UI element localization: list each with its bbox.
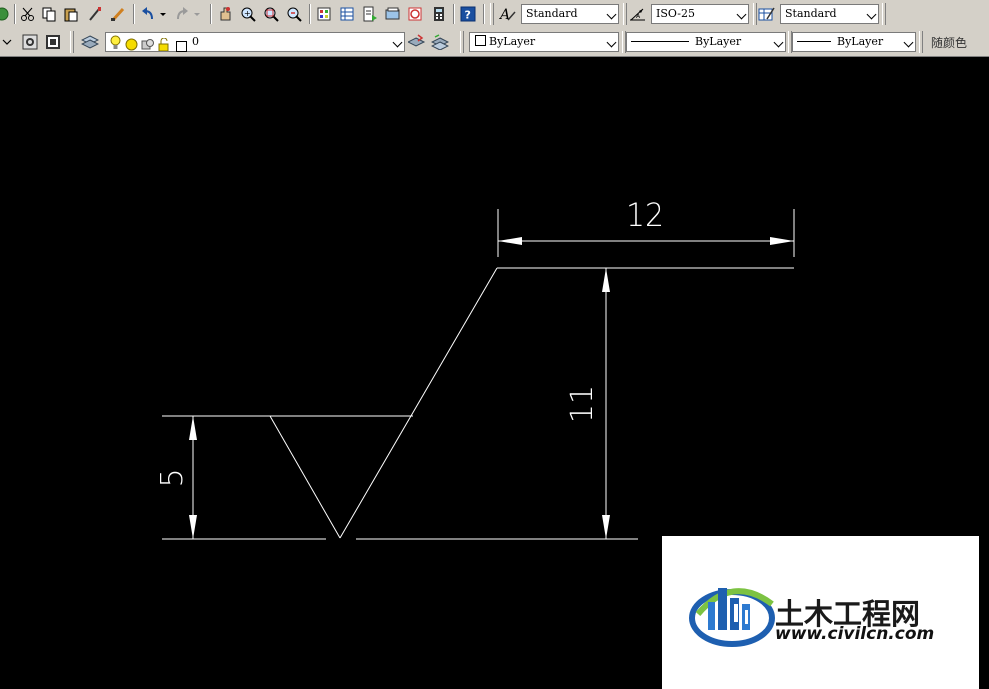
layer-properties-manager-icon[interactable]	[80, 32, 100, 52]
toolbar-separator	[453, 4, 455, 24]
design-center-icon[interactable]	[337, 4, 357, 24]
linetype-sample	[631, 41, 689, 42]
table-style-icon[interactable]	[757, 4, 777, 24]
chevron-down-icon	[903, 37, 914, 48]
color-control-value: ByLayer	[489, 35, 536, 48]
undo-dropdown-icon[interactable]	[158, 4, 168, 24]
watermark-logo: 土木工程网 www.civilcn.com	[662, 536, 979, 689]
dimension-arrow	[602, 268, 610, 292]
undo-icon[interactable]	[138, 4, 158, 24]
dimension-style-combo[interactable]: ISO-25	[651, 4, 749, 24]
text-style-combo[interactable]: Standard	[521, 4, 619, 24]
redo-dropdown-icon[interactable]	[192, 4, 202, 24]
linetype-control-label: ByLayer	[631, 35, 741, 48]
toolbar-separator	[210, 4, 212, 24]
workspace-dropdown-icon[interactable]	[0, 32, 14, 52]
zoom-realtime-icon[interactable]: +	[238, 4, 258, 24]
slope-line[interactable]	[339, 267, 498, 539]
table-style-value: Standard	[785, 7, 837, 20]
layer-name: 0	[192, 35, 199, 48]
color-control-combo[interactable]: ByLayer	[469, 32, 619, 52]
lineweight-control-label: ByLayer	[797, 35, 883, 48]
lineweight-control-value: ByLayer	[837, 35, 884, 48]
toolbar-grip[interactable]	[490, 3, 494, 25]
workspace-settings-icon[interactable]	[20, 32, 40, 52]
help-icon[interactable]: ?	[458, 4, 478, 24]
chevron-down-icon	[736, 9, 747, 20]
viewport-freeze-icon	[141, 36, 154, 55]
toolbar-area: + ? A Standard A ISO-25 Standard 0 ByLay…	[0, 0, 989, 57]
watermark-url: www.civilcn.com	[775, 624, 935, 644]
dimension-arrow	[189, 416, 197, 440]
toolbar-grip	[70, 31, 74, 53]
dimension-text-left[interactable]: 5	[155, 468, 190, 487]
make-current-layer-icon[interactable]	[407, 32, 427, 52]
dimension-arrow	[602, 515, 610, 539]
layer-previous-icon[interactable]	[430, 32, 450, 52]
dimension-arrow	[770, 237, 794, 245]
dimension-style-icon[interactable]: A	[628, 4, 648, 24]
unlock-icon	[158, 36, 171, 55]
standard-toolbar-row: + ? A Standard A ISO-25 Standard	[0, 0, 989, 28]
markup-set-manager-icon[interactable]	[405, 4, 425, 24]
quick-calc-icon[interactable]	[429, 4, 449, 24]
plot-style-control[interactable]: 随颜色	[931, 34, 967, 51]
chevron-down-icon	[392, 37, 403, 48]
cut-icon[interactable]	[18, 4, 38, 24]
table-style-combo[interactable]: Standard	[780, 4, 879, 24]
paste-icon[interactable]	[61, 4, 81, 24]
building-logo-icon	[689, 588, 775, 647]
copy-icon[interactable]	[39, 4, 59, 24]
linetype-control-value: ByLayer	[695, 35, 742, 48]
toolbar-separator	[14, 4, 16, 24]
match-properties-icon[interactable]	[85, 4, 105, 24]
linetype-control-combo[interactable]: ByLayer	[626, 32, 786, 52]
zoom-window-icon[interactable]	[261, 4, 281, 24]
lineweight-sample	[797, 41, 831, 42]
globe-icon[interactable]	[0, 4, 12, 24]
toolbar-separator	[309, 4, 311, 24]
chevron-down-icon	[606, 9, 617, 20]
color-control-label: ByLayer	[475, 35, 535, 48]
svg-text:?: ?	[465, 9, 471, 22]
properties-icon[interactable]	[314, 4, 334, 24]
workspace-toggle-icon[interactable]	[43, 32, 63, 52]
tool-palettes-icon[interactable]	[360, 4, 380, 24]
toolbar-grip	[882, 3, 886, 25]
redo-icon[interactable]	[172, 4, 192, 24]
sheet-set-manager-icon[interactable]	[383, 4, 403, 24]
toolbar-grip	[623, 3, 627, 25]
toolbar-grip	[919, 31, 923, 53]
lightbulb-icon	[110, 35, 121, 54]
dimension-style-value: ISO-25	[656, 7, 696, 20]
block-editor-icon[interactable]	[108, 4, 128, 24]
pan-realtime-icon[interactable]	[215, 4, 235, 24]
toolbar-separator	[483, 4, 485, 24]
notch-left-line[interactable]	[269, 415, 341, 539]
zoom-previous-icon[interactable]	[284, 4, 304, 24]
chevron-down-icon	[773, 37, 784, 48]
layer-combo[interactable]: 0	[105, 32, 405, 52]
layer-color-icon	[176, 37, 187, 56]
text-style-icon[interactable]: A	[498, 4, 518, 24]
svg-text:A: A	[636, 13, 641, 20]
sun-icon	[125, 36, 138, 55]
dimension-arrow	[189, 515, 197, 539]
toolbar-grip	[460, 31, 464, 53]
lineweight-control-combo[interactable]: ByLayer	[792, 32, 916, 52]
dimension-text-top[interactable]: 12	[626, 196, 664, 234]
chevron-down-icon	[866, 9, 877, 20]
chevron-down-icon	[606, 37, 617, 48]
toolbar-separator	[133, 4, 135, 24]
layers-toolbar-row: 0 ByLayer ByLayer ByLayer 随颜色	[0, 28, 989, 56]
dimension-text-right[interactable]: 11	[565, 385, 600, 423]
svg-text:+: +	[244, 9, 251, 18]
dimension-arrow	[498, 237, 522, 245]
text-style-value: Standard	[526, 7, 578, 20]
color-swatch-icon	[475, 35, 486, 46]
